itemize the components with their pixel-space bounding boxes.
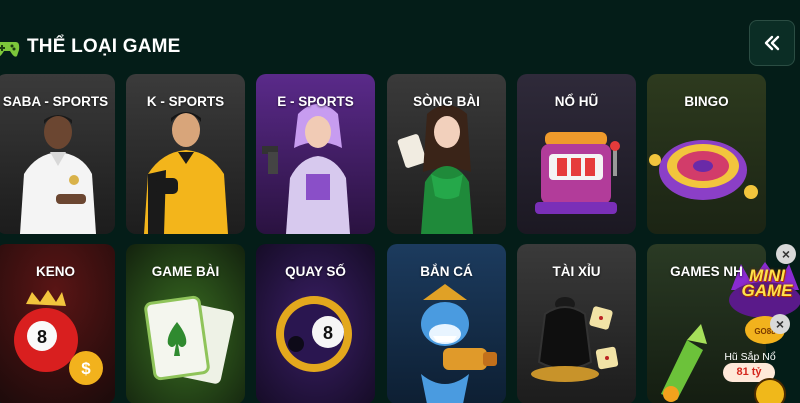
category-label: TÀI XỈU xyxy=(552,264,601,279)
category-label: QUAY SỐ xyxy=(285,264,346,279)
category-card-saba-sports[interactable]: SABA - SPORTS xyxy=(0,74,115,234)
jackpot-caption: Hũ Sắp Nổ xyxy=(724,351,776,363)
svg-text:8: 8 xyxy=(323,323,333,343)
mini-game-toggle-icon[interactable] xyxy=(754,378,786,403)
category-card-no-hu[interactable]: NỔ HŨ xyxy=(517,74,636,234)
category-label: BINGO xyxy=(684,94,729,109)
category-label: SABA - SPORTS xyxy=(2,94,109,109)
category-label: BẮN CÁ xyxy=(420,264,473,279)
category-card-quay-so[interactable]: 8 QUAY SỐ xyxy=(256,244,375,403)
category-label: E - SPORTS xyxy=(277,94,354,109)
category-label: SÒNG BÀI xyxy=(413,94,480,109)
double-chevron-left-icon xyxy=(764,35,780,51)
category-card-k-sports[interactable]: K - SPORTS xyxy=(126,74,245,234)
category-card-e-sports[interactable]: E - SPORTS xyxy=(256,74,375,234)
category-label: KENO xyxy=(35,264,75,279)
gamepad-icon xyxy=(0,42,20,57)
category-card-keno[interactable]: 8 $ KENO xyxy=(0,244,115,403)
svg-text:8: 8 xyxy=(37,327,47,347)
section-header: THỂ LOẠI GAME xyxy=(0,30,800,66)
category-card-game-bai[interactable]: GAME BÀI xyxy=(126,244,245,403)
mini-game-close-icon[interactable]: × xyxy=(770,314,790,334)
category-label: K - SPORTS xyxy=(146,94,225,109)
page-title: THỂ LOẠI GAME xyxy=(27,36,181,57)
collapse-button[interactable] xyxy=(749,20,795,66)
category-card-song-bai[interactable]: SÒNG BÀI xyxy=(387,74,506,234)
category-label: NỔ HŨ xyxy=(554,94,599,109)
category-label: GAMES NH xyxy=(670,264,743,279)
category-card-ban-ca[interactable]: BẮN CÁ xyxy=(387,244,506,403)
category-card-tai-xiu[interactable]: TÀI XỈU xyxy=(517,244,636,403)
category-label: GAME BÀI xyxy=(151,264,220,279)
svg-text:$: $ xyxy=(81,359,91,378)
category-card-bingo[interactable]: BINGO xyxy=(647,74,766,234)
